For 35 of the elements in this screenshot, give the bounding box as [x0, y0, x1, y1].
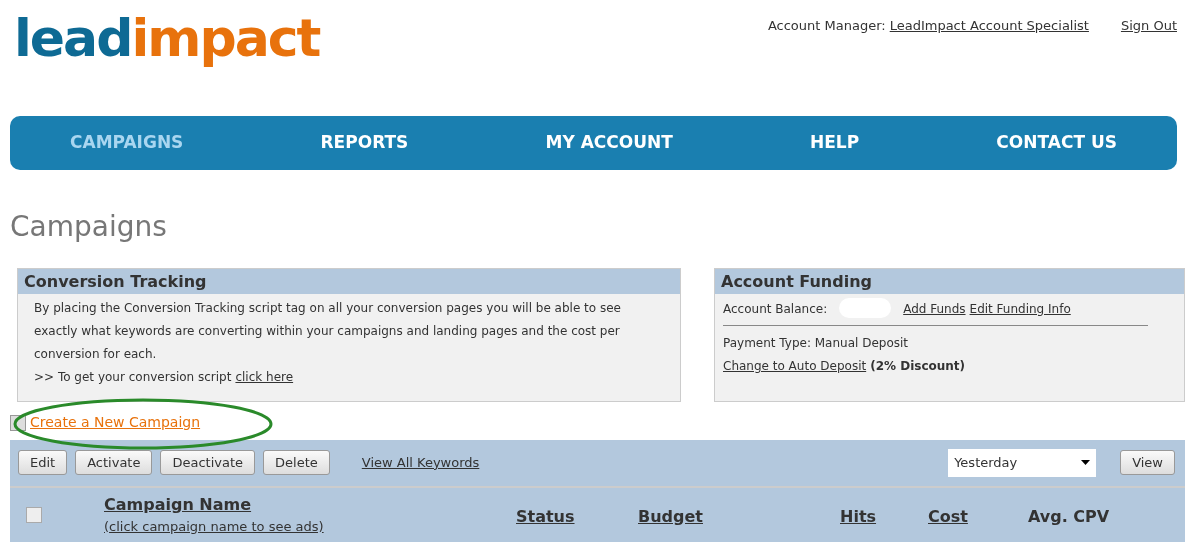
- manager-label: Account Manager:: [767, 17, 886, 35]
- funding-link[interactable]: Edit Funding Info: [969, 297, 1071, 321]
- period-dropdown[interactable]: Yesterday: [948, 448, 1097, 477]
- view-button[interactable]: View: [1120, 449, 1175, 476]
- panel-title: Account Funding: [715, 268, 1184, 294]
- toolbar-button[interactable]: Delete: [263, 449, 330, 476]
- description-text: By placing the Conversion Tracking script tag on all your conversion pages you will be able to see exactly what keywords are converting within your campaigns and landing pages and the cost per conversion for each.: [34, 299, 622, 363]
- payment-type-text: Payment Type: Manual Deposit: [723, 334, 910, 352]
- select-all-checkbox[interactable]: [26, 506, 42, 523]
- manager-link[interactable]: LeadImpact Account Specialist: [889, 16, 1089, 36]
- view-keywords-link[interactable]: View All Keywords: [361, 452, 480, 473]
- nav-tab[interactable]: MY ACCOUNT: [545, 130, 673, 156]
- nav-tab[interactable]: CONTACT US: [996, 130, 1117, 156]
- toolbar-button[interactable]: Edit: [18, 449, 68, 476]
- column-header: Avg. CPV: [1028, 506, 1110, 526]
- balance-label: Account Balance:: [723, 300, 828, 318]
- column-header[interactable]: Campaign Name: [104, 492, 516, 517]
- toolbar-button[interactable]: Deactivate: [160, 449, 256, 476]
- toolbar-button[interactable]: Activate: [75, 449, 153, 476]
- auto-deposit-link[interactable]: Change to Auto Deposit: [723, 354, 867, 378]
- discount-text: (2% Discount): [870, 357, 966, 375]
- script-prompt: >> To get your conversion script: [34, 368, 232, 386]
- nav-tab[interactable]: HELP: [810, 130, 860, 156]
- column-header[interactable]: Budget: [638, 506, 703, 526]
- page-title: Campaigns: [10, 210, 168, 244]
- sign-out-link[interactable]: Sign Out: [1120, 16, 1177, 36]
- funding-link[interactable]: Add Funds: [903, 297, 966, 321]
- panel-title: Conversion Tracking: [18, 268, 680, 294]
- caret-icon: [1081, 460, 1091, 466]
- column-header[interactable]: Status: [516, 506, 575, 526]
- click-here-link[interactable]: click here: [235, 365, 294, 389]
- column-header[interactable]: Cost: [928, 506, 968, 526]
- nav-tab[interactable]: REPORTS: [320, 130, 409, 156]
- column-hint-link[interactable]: (click campaign name to see ads): [104, 516, 516, 537]
- column-header[interactable]: Hits: [840, 506, 877, 526]
